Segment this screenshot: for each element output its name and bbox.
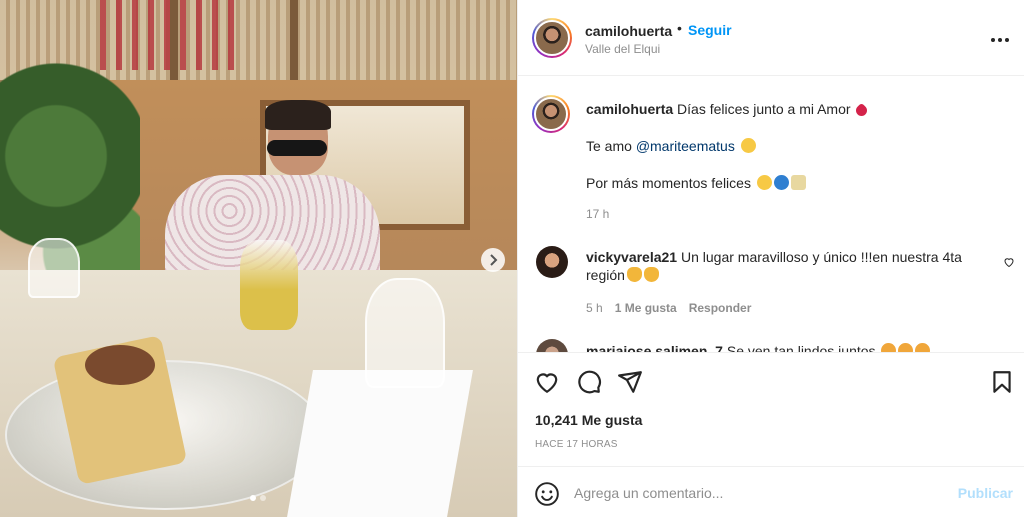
publish-button[interactable]: Publicar xyxy=(958,485,1013,501)
comment-meta: 5 h 1 Me gusta Responder xyxy=(586,301,751,315)
carousel-indicator xyxy=(250,495,266,501)
comment-time[interactable]: 5 h xyxy=(586,301,603,315)
wine-glass xyxy=(365,278,445,388)
carousel-dot xyxy=(260,495,266,501)
caption-author-avatar[interactable] xyxy=(532,95,570,133)
caption-username[interactable]: camilohuerta xyxy=(586,101,673,117)
caption-line-3: Por más momentos felices xyxy=(586,175,806,191)
post-location[interactable]: Valle del Elqui xyxy=(585,42,660,56)
comment-likes[interactable]: 1 Me gusta xyxy=(615,301,677,315)
comment-text: Se ven tan lindos juntos xyxy=(726,343,876,352)
oil-bottle xyxy=(240,240,298,330)
chevron-right-icon xyxy=(490,254,498,266)
comment-like-heart-icon[interactable] xyxy=(1003,256,1015,268)
pergola-beam xyxy=(290,0,298,90)
caption-text-2: Te amo xyxy=(586,138,632,154)
comment-avatar[interactable] xyxy=(536,246,568,278)
comment-item: vickyvarela21 Un lugar maravilloso y úni… xyxy=(586,248,996,284)
header-separator: • xyxy=(677,20,682,36)
heart-emoji-icon xyxy=(853,102,869,119)
more-options-icon[interactable] xyxy=(990,28,1010,46)
water-glass xyxy=(28,238,80,298)
heart-eyes-emoji-icon xyxy=(898,343,914,352)
add-comment-input[interactable] xyxy=(574,481,944,505)
caption-line-2: Te amo @mariteematus xyxy=(586,138,756,154)
reply-button[interactable]: Responder xyxy=(689,301,752,315)
comment-username[interactable]: mariajose.salimen_7 xyxy=(586,343,723,352)
comment-item: mariajose.salimen_7 Se ven tan lindos ju… xyxy=(586,342,996,352)
post-side-panel: camilohuerta • Seguir Valle del Elqui ca… xyxy=(517,0,1024,517)
post-actions: 10,241 Me gusta HACE 17 HORAS Publicar xyxy=(518,352,1024,517)
heart-eyes-emoji-icon xyxy=(915,343,931,352)
post-header: camilohuerta • Seguir Valle del Elqui xyxy=(518,0,1024,76)
save-bookmark-icon[interactable] xyxy=(989,369,1015,395)
grin-emoji-icon xyxy=(756,175,772,190)
napkin-ring xyxy=(85,345,155,385)
comments-list[interactable]: camilohuerta Días felices junto a mi Amo… xyxy=(518,77,1024,352)
carousel-next-button[interactable] xyxy=(481,248,505,272)
person-hair xyxy=(265,100,331,130)
globe-emoji-icon xyxy=(773,175,789,190)
comment-username[interactable]: vickyvarela21 xyxy=(586,249,677,265)
sunglasses xyxy=(267,140,327,156)
author-username[interactable]: camilohuerta xyxy=(585,23,672,39)
caption-mention-link[interactable]: @mariteematus xyxy=(636,138,735,154)
add-comment-bar: Publicar xyxy=(518,466,1024,517)
caption-text-3: Por más momentos felices xyxy=(586,175,751,191)
toast-emoji-icon xyxy=(790,175,806,190)
post-photo[interactable] xyxy=(0,0,517,517)
carousel-dot-active xyxy=(250,495,256,501)
author-avatar[interactable] xyxy=(532,18,572,58)
share-paper-plane-icon[interactable] xyxy=(617,369,643,395)
caption-line-1: camilohuerta Días felices junto a mi Amo… xyxy=(586,101,869,119)
clap-emoji-icon xyxy=(626,267,642,282)
emoji-smiley-icon[interactable] xyxy=(534,481,560,507)
caption-time[interactable]: 17 h xyxy=(586,207,609,221)
like-heart-icon[interactable] xyxy=(534,369,560,395)
clap-emoji-icon xyxy=(643,267,659,282)
follow-button[interactable]: Seguir xyxy=(688,22,732,38)
caption-text-1: Días felices junto a mi Amor xyxy=(677,101,851,117)
white-napkin xyxy=(287,370,473,517)
comment-bubble-icon[interactable] xyxy=(576,369,602,395)
comment-avatar[interactable] xyxy=(536,339,568,352)
kiss-emoji-icon xyxy=(740,138,756,153)
heart-eyes-emoji-icon xyxy=(881,343,897,352)
like-count[interactable]: 10,241 Me gusta xyxy=(535,412,642,428)
post-timestamp[interactable]: HACE 17 HORAS xyxy=(535,439,618,450)
